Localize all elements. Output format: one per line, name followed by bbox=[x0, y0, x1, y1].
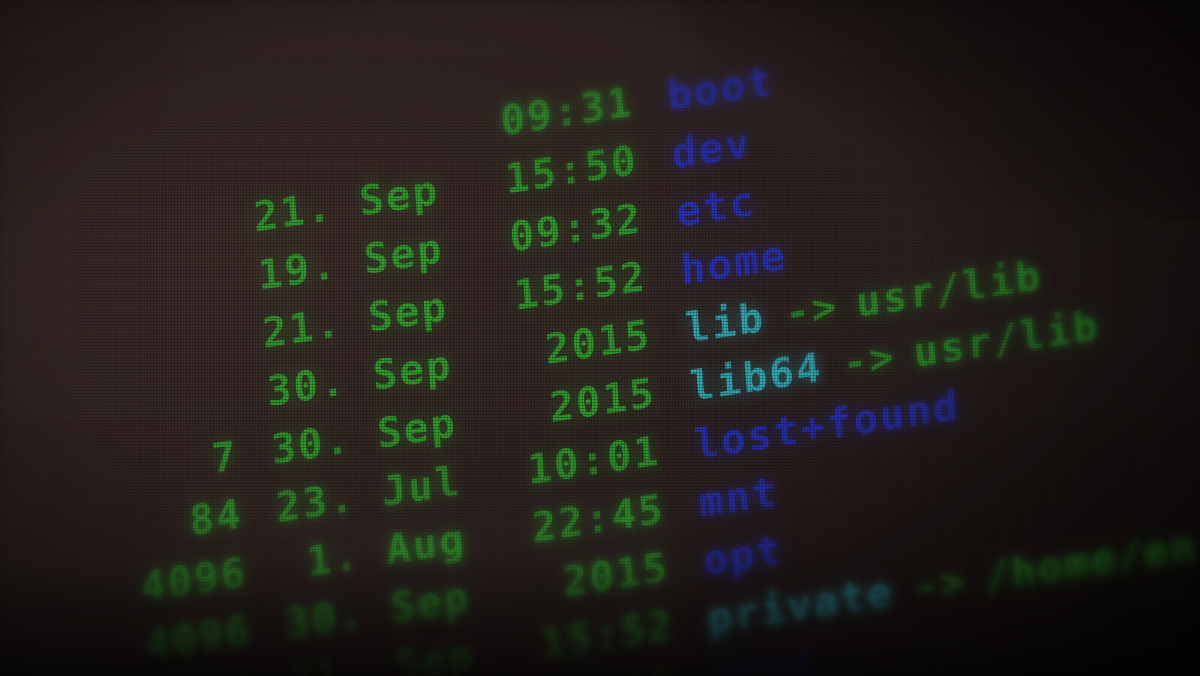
directory-listing: 09:31 boot 21. Sep 15:50 dev 19. Sep 09:32 etc 21.… bbox=[0, 0, 1200, 676]
file-name[interactable]: opt bbox=[702, 527, 785, 586]
modified-day bbox=[217, 161, 330, 178]
monitor-screen-surface: 09:31 boot 21. Sep 15:50 dev 19. Sep 09:32 etc 21.… bbox=[0, 0, 1200, 676]
file-name[interactable]: dev bbox=[670, 120, 753, 179]
file-name[interactable]: boot bbox=[666, 58, 776, 121]
file-name[interactable]: etc bbox=[675, 178, 758, 237]
file-name[interactable]: mnt bbox=[697, 468, 780, 527]
modified-month bbox=[330, 141, 465, 161]
symlink-arrow: -> bbox=[911, 557, 969, 613]
file-name[interactable]: home bbox=[679, 232, 789, 295]
symlink-arrow: -> bbox=[840, 333, 898, 388]
terminal-photograph: 09:31 boot 21. Sep 15:50 dev 19. Sep 09:32 etc 21.… bbox=[0, 0, 1200, 676]
symlink-arrow: -> bbox=[783, 282, 841, 338]
file-name[interactable]: lib bbox=[684, 294, 767, 353]
